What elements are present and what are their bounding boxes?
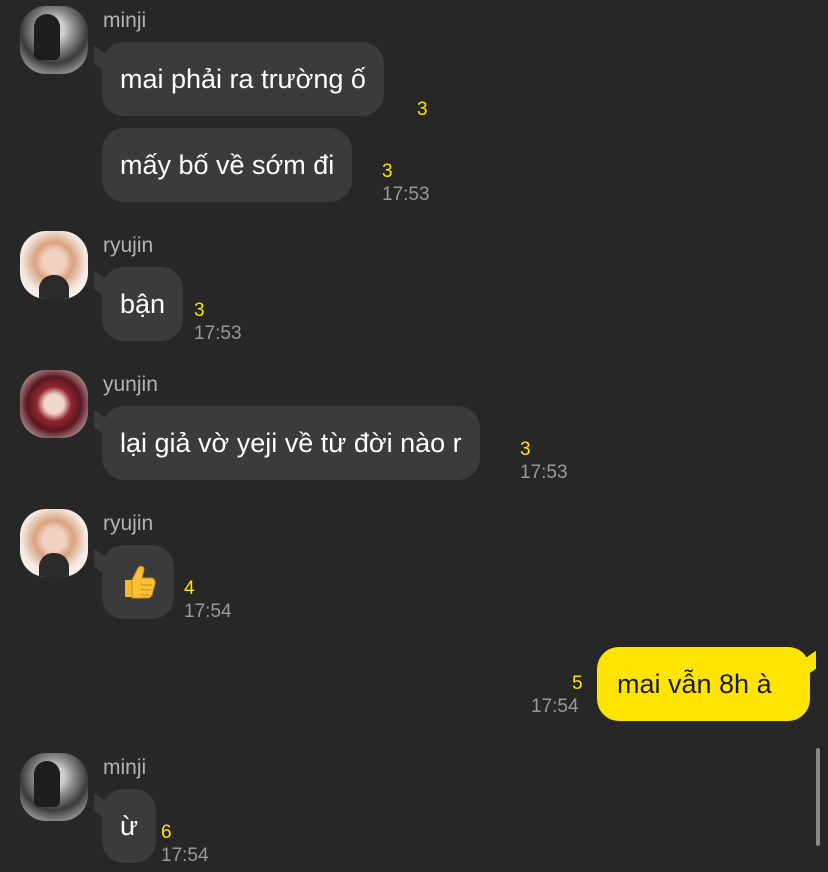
unread-count: 3 [417,99,428,120]
unread-count: 3 [382,161,393,182]
sender-name: minji [103,756,147,779]
unread-count: 3 [194,300,205,321]
my-message-bubble[interactable]: mai vẫn 8h à [597,647,810,721]
ryujin-avatar-icon[interactable] [20,509,88,577]
message-bubble[interactable]: bận [102,267,184,341]
message-time: 17:54 [531,696,579,717]
message-bubble[interactable]: lại giả vờ yeji về từ đời nào r [102,406,480,480]
sender-name: minji [103,9,147,32]
message-text: ừ [120,811,139,841]
message-text: mấy bố về sớm đi [120,150,335,180]
minji-avatar-icon[interactable] [20,6,88,74]
sender-name: yunjin [103,373,158,396]
sender-name: ryujin [103,234,154,257]
minji-avatar-icon[interactable] [20,753,88,821]
unread-count: 6 [161,822,172,843]
message-text: lại giả vờ yeji về từ đời nào r [120,428,462,458]
ryujin-avatar-icon[interactable] [20,231,88,299]
message-time: 17:54 [184,601,232,622]
scrollbar[interactable] [816,748,820,846]
unread-count: 4 [184,578,195,599]
yunjin-avatar-icon[interactable] [20,370,88,438]
message-text: mai vẫn 8h à [617,669,772,699]
message-bubble[interactable] [102,545,174,619]
message-time: 17:54 [161,845,209,866]
message-bubble[interactable]: mấy bố về sớm đi [102,128,353,202]
message-text: mai phải ra trường ố [120,64,366,94]
message-time: 17:53 [520,462,568,483]
unread-count: 5 [572,673,583,694]
message-text: bận [120,289,166,319]
message-time: 17:53 [382,184,430,205]
message-time: 17:53 [194,323,242,344]
message-bubble[interactable]: ừ [102,789,157,863]
sender-name: ryujin [103,512,154,535]
thumbs-up-icon [119,563,157,601]
message-bubble[interactable]: mai phải ra trường ố [102,42,384,116]
unread-count: 3 [520,439,531,460]
